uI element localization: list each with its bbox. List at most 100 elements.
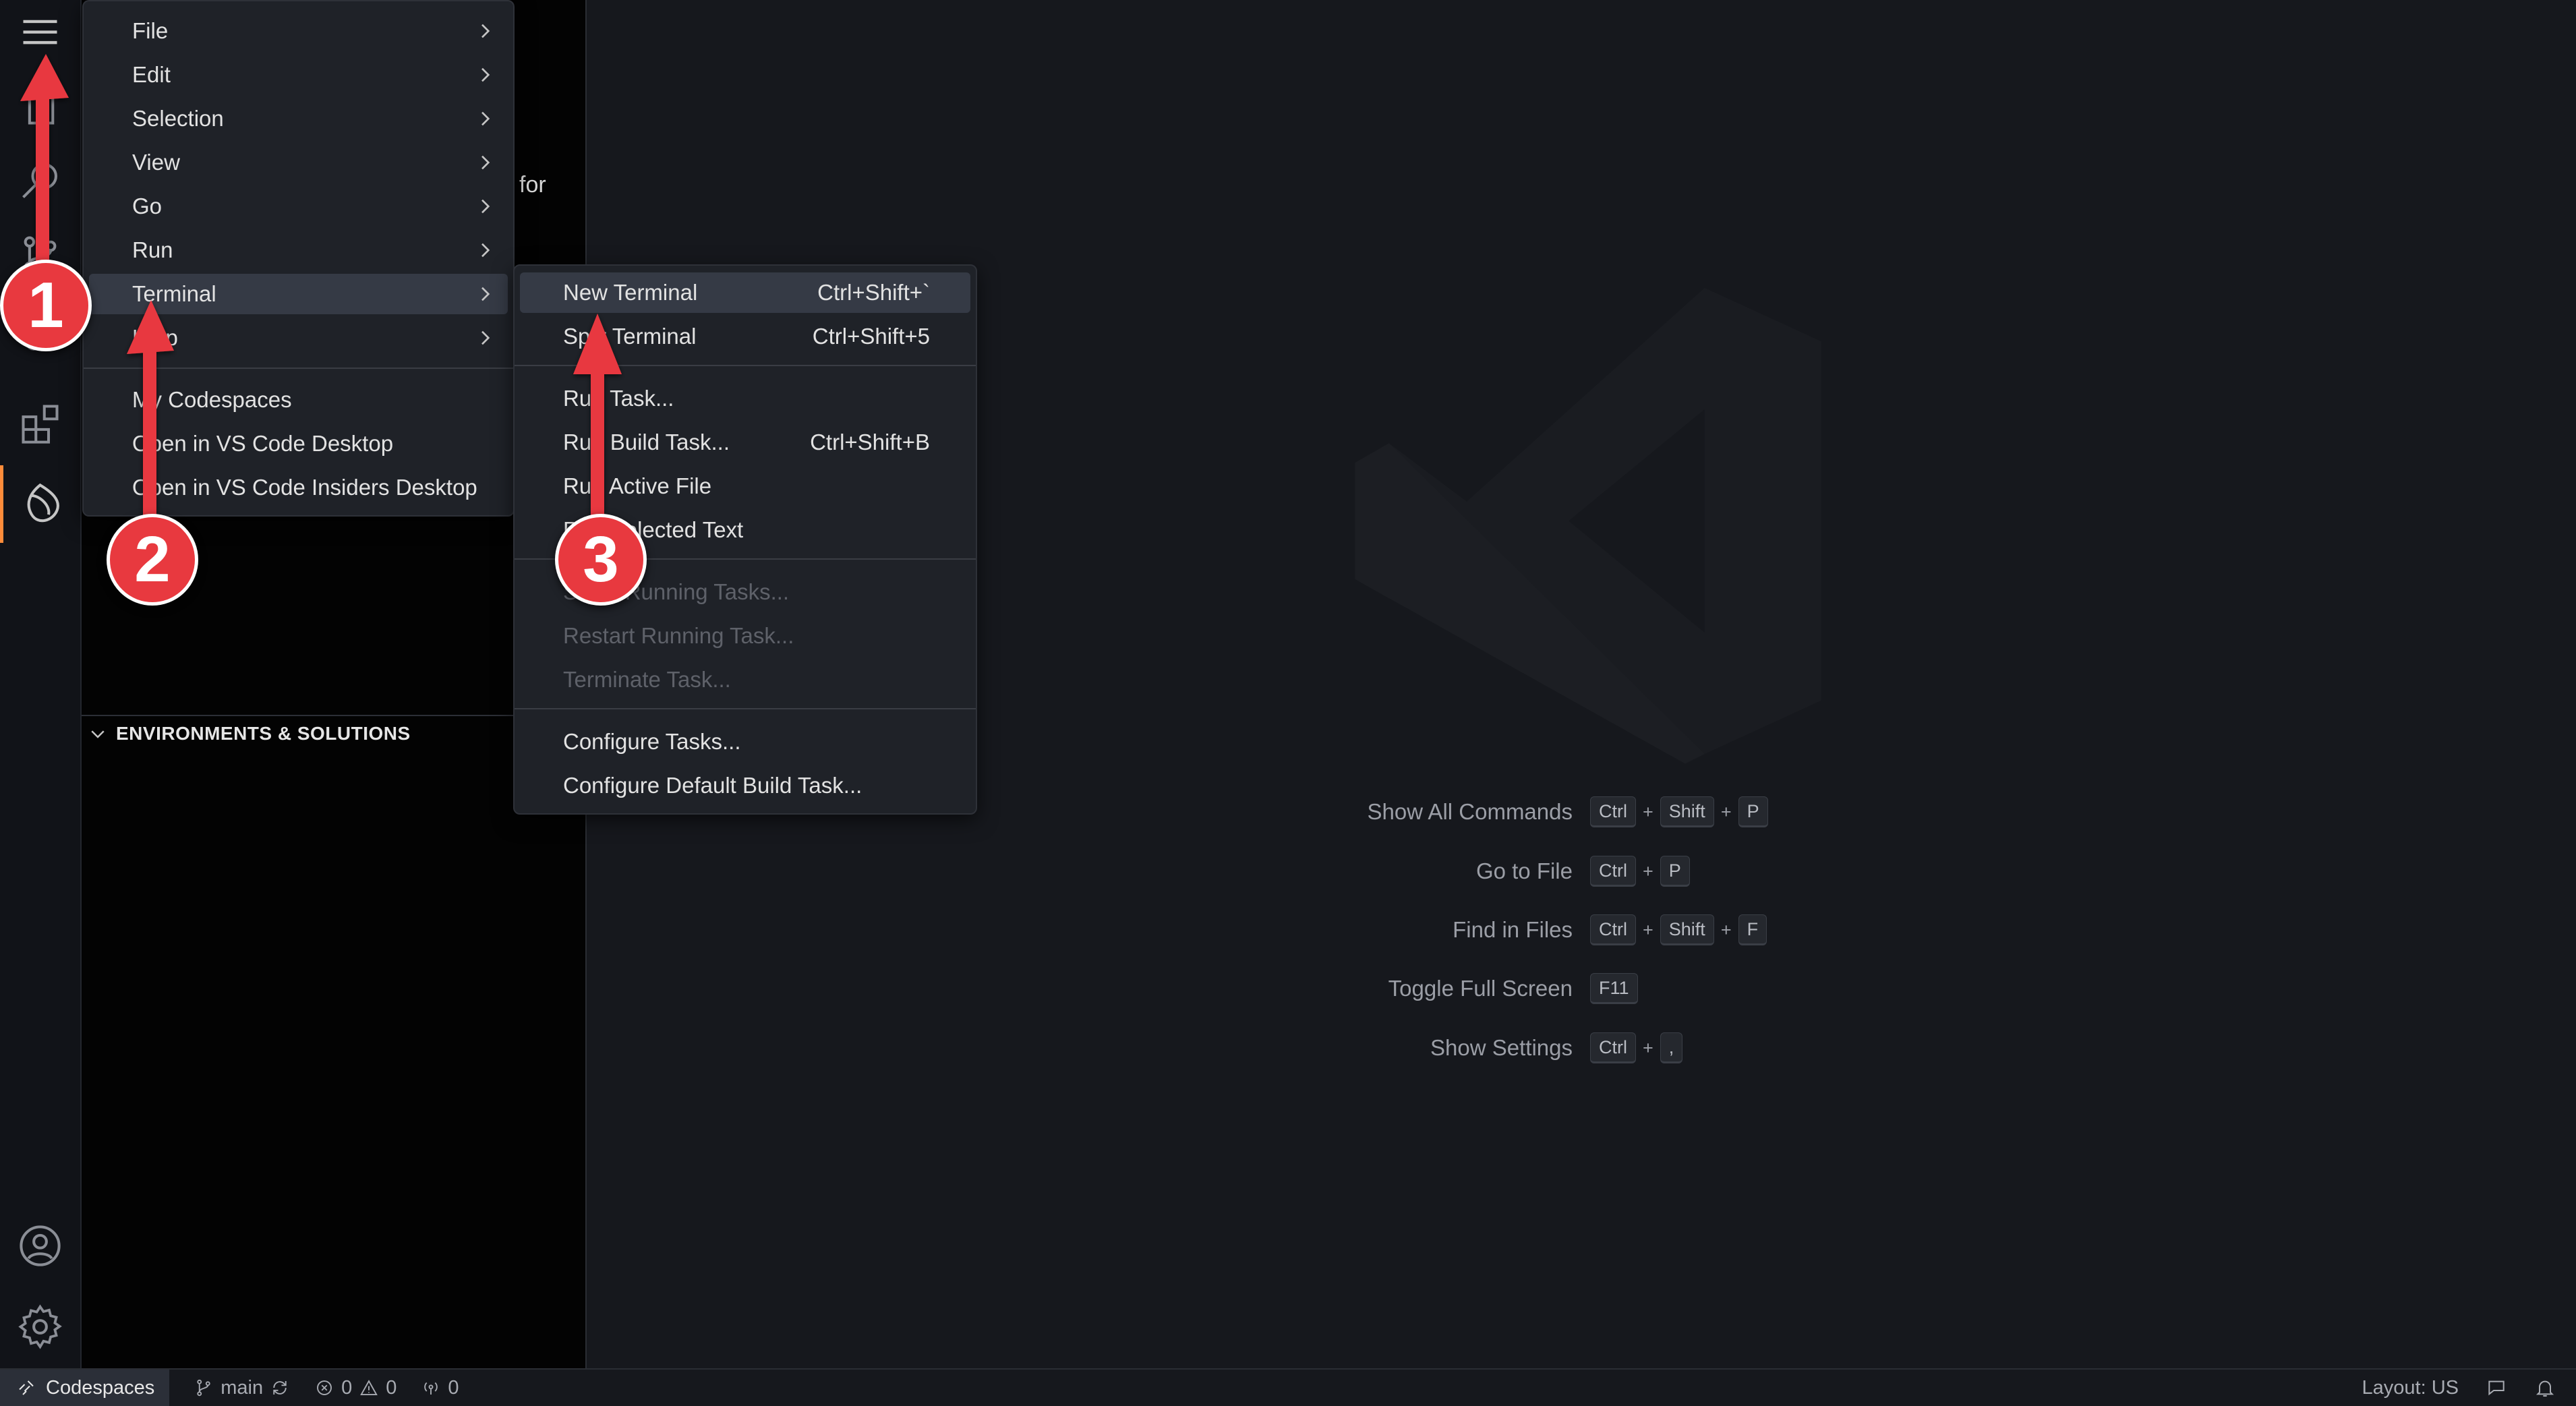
problems-indicator[interactable]: 0 0 [314, 1377, 397, 1399]
sidebar-divider [82, 715, 585, 716]
menu-item-shortcut: Ctrl+Shift+5 [812, 324, 930, 349]
menu-item-label: Open in VS Code Insiders Desktop [132, 475, 477, 500]
menu-item-label: Open in VS Code Desktop [132, 431, 394, 456]
chevron-right-icon [474, 196, 496, 217]
error-icon [317, 1380, 332, 1395]
remote-indicator-button[interactable]: Codespaces [0, 1370, 170, 1406]
environments-section-header[interactable]: ENVIRONMENTS & SOLUTIONS [88, 720, 411, 747]
menu-separator [515, 708, 976, 709]
terminal-menu-item-run-active-file[interactable]: Run Active File [520, 466, 970, 506]
chevron-right-icon [474, 64, 496, 86]
menu-item-help[interactable]: Help [89, 318, 508, 358]
ports-count: 0 [448, 1376, 459, 1399]
remote-label: Codespaces [46, 1376, 155, 1399]
shortcut-hint-label: Show Settings [1430, 1035, 1573, 1060]
chevron-right-icon [474, 108, 496, 129]
terminal-menu-item-run-build-task[interactable]: Run Build Task... Ctrl+Shift+B [520, 422, 970, 463]
shortcut-hint-label: Find in Files [1453, 917, 1573, 942]
menu-item-label: Restart Running Task... [563, 623, 794, 648]
shortcut-hint-label: Toggle Full Screen [1388, 976, 1573, 1001]
keyboard-layout[interactable]: Layout: US [2362, 1377, 2459, 1399]
keybinding: Ctrl + Shift + F [1590, 914, 1767, 945]
menu-item-open-in-vs-code-desktop[interactable]: Open in VS Code Desktop [89, 423, 508, 464]
menu-item-label: Configure Tasks... [563, 729, 741, 754]
menu-item-label: New Terminal [563, 280, 698, 305]
shortcut-hint-toggle-full-screen: Toggle Full Screen F11 [1261, 972, 1638, 1005]
key-cap: Ctrl [1590, 796, 1636, 827]
key-cap: Ctrl [1590, 914, 1636, 945]
branch-indicator[interactable]: main [194, 1377, 290, 1399]
error-count: 0 [341, 1376, 353, 1399]
menu-item-edit[interactable]: Edit [89, 55, 508, 95]
terminal-menu-item-new-terminal[interactable]: New Terminal Ctrl+Shift+` [520, 272, 970, 313]
key-cap: P [1738, 796, 1768, 827]
key-cap: Ctrl [1590, 1032, 1636, 1063]
key-cap: Ctrl [1590, 856, 1636, 887]
status-bar: Codespaces main 0 0 0 Layout: US [0, 1368, 2576, 1406]
ports-indicator[interactable]: 0 [421, 1377, 459, 1399]
search-icon[interactable] [15, 155, 65, 206]
terminal-menu-item-run-task[interactable]: Run Task... [520, 378, 970, 419]
menu-item-run[interactable]: Run [89, 230, 508, 270]
git-branch-icon [197, 1379, 210, 1397]
menu-item-view[interactable]: View [89, 142, 508, 183]
key-cap: , [1660, 1032, 1683, 1063]
extensions-icon[interactable] [15, 398, 65, 448]
menu-item-label: Run Task... [563, 386, 674, 411]
keybinding: Ctrl + Shift + P [1590, 796, 1768, 827]
notifications-bell-icon[interactable] [2534, 1377, 2556, 1399]
explorer-icon[interactable] [15, 81, 65, 131]
terminal-menu-item-split-terminal[interactable]: Split Terminal Ctrl+Shift+5 [520, 316, 970, 357]
shortcut-hint-label: Show All Commands [1367, 799, 1573, 824]
key-plus: + [1643, 919, 1653, 940]
key-plus: + [1643, 801, 1653, 822]
menu-item-label: Terminal [132, 281, 216, 306]
menu-item-my-codespaces[interactable]: My Codespaces [89, 380, 508, 420]
menu-separator [515, 365, 976, 366]
menu-hamburger-icon[interactable] [15, 7, 65, 57]
shortcut-hint-go-to-file: Go to File Ctrl + P [1261, 854, 1690, 888]
key-cap: Shift [1660, 796, 1714, 827]
sync-icon[interactable] [270, 1378, 290, 1398]
menu-item-label: Terminate Task... [563, 667, 731, 692]
warning-count: 0 [386, 1376, 397, 1399]
menu-separator [84, 368, 513, 369]
shortcut-hint-label: Go to File [1475, 858, 1573, 883]
menu-item-go[interactable]: Go [89, 186, 508, 227]
chevron-right-icon [474, 327, 496, 349]
settings-gear-icon[interactable] [15, 1301, 65, 1352]
menu-item-label: File [132, 18, 169, 43]
key-cap: F11 [1590, 973, 1638, 1004]
feedback-icon[interactable] [2486, 1377, 2507, 1399]
menu-item-label: Go [132, 194, 163, 218]
menu-item-open-in-vs-code-insiders-desktop[interactable]: Open in VS Code Insiders Desktop [89, 467, 508, 508]
active-view-indicator [0, 465, 3, 543]
menu-item-shortcut: Ctrl+Shift+B [810, 430, 930, 455]
menu-item-label: Edit [132, 62, 171, 87]
activity-bar [0, 0, 82, 1368]
menu-item-terminal[interactable]: Terminal [89, 274, 508, 314]
key-cap: P [1660, 856, 1690, 887]
menu-item-label: Help [132, 325, 178, 350]
menu-item-label: My Codespaces [132, 387, 292, 412]
menu-item-shortcut: Ctrl+Shift+` [817, 280, 930, 305]
warning-icon [360, 1380, 378, 1395]
menu-item-file[interactable]: File [89, 11, 508, 51]
account-icon[interactable] [15, 1221, 65, 1271]
section-header-label: ENVIRONMENTS & SOLUTIONS [116, 723, 411, 744]
terminal-menu-item-configure-tasks[interactable]: Configure Tasks... [520, 722, 970, 762]
menu-item-label: Run [132, 237, 173, 262]
keybinding: Ctrl + P [1590, 856, 1690, 887]
key-plus: + [1643, 860, 1653, 881]
menu-item-selection[interactable]: Selection [89, 98, 508, 139]
application-menu: File Edit Selection View Go Run Terminal Help My… [82, 0, 515, 517]
terminal-menu-item-configure-default-build-task[interactable]: Configure Default Build Task... [520, 765, 970, 806]
chevron-right-icon [474, 20, 496, 42]
power-platform-icon[interactable] [15, 479, 65, 529]
broadcast-icon [424, 1382, 438, 1395]
menu-item-label: Configure Default Build Task... [563, 773, 862, 798]
menu-item-label: Selection [132, 106, 224, 131]
key-plus: + [1643, 1037, 1653, 1058]
remote-icon [19, 1380, 34, 1395]
branch-label: main [221, 1376, 264, 1399]
